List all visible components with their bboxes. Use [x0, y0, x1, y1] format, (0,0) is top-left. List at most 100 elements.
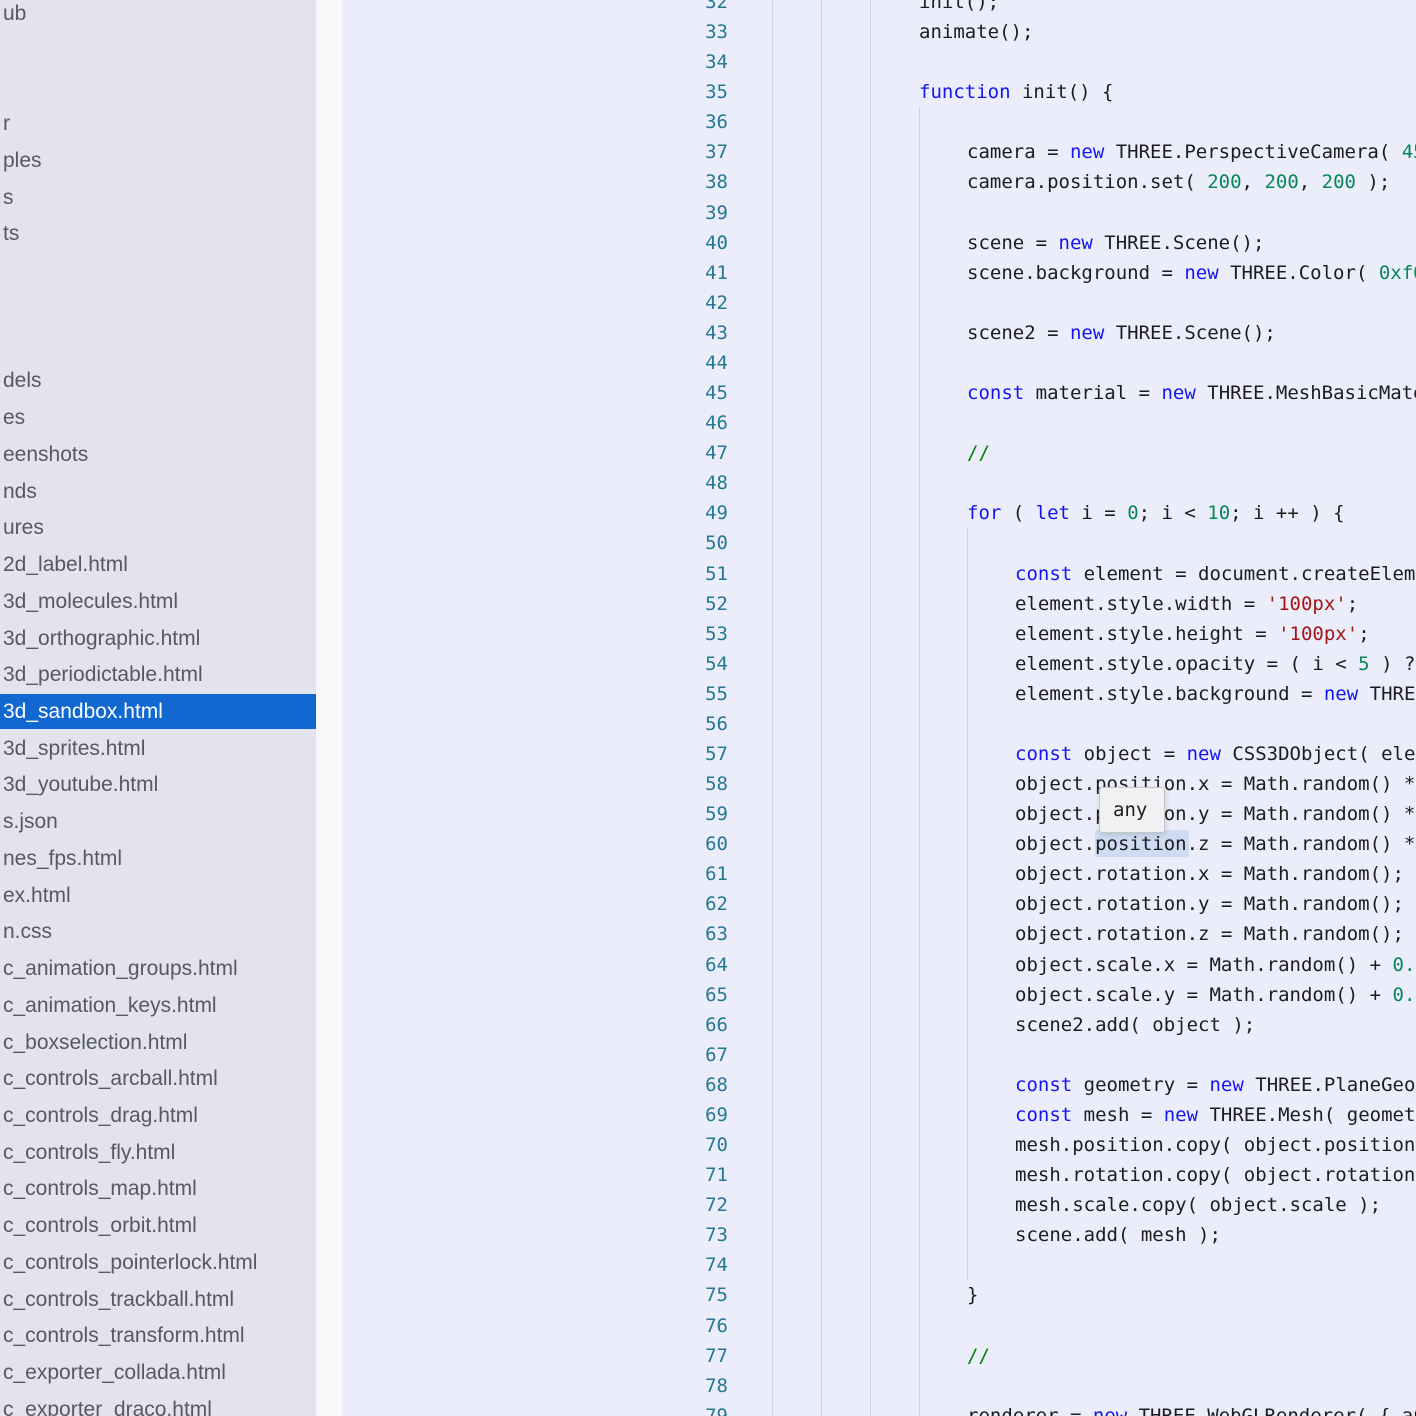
- line-number[interactable]: 37: [684, 137, 728, 167]
- code-line[interactable]: mesh.rotation.copy( object.rotation );: [1015, 1160, 1416, 1190]
- line-number[interactable]: 78: [684, 1371, 728, 1401]
- line-number[interactable]: 64: [684, 950, 728, 980]
- line-number[interactable]: 47: [684, 438, 728, 468]
- file-tree-item[interactable]: c_animation_keys.html: [0, 987, 316, 1024]
- line-number[interactable]: 76: [684, 1311, 728, 1341]
- code-line[interactable]: const mesh = new THREE.Mesh( geometry, m…: [1015, 1100, 1416, 1130]
- line-number[interactable]: 79: [684, 1401, 728, 1416]
- code-line[interactable]: object.rotation.x = Math.random();: [1015, 859, 1404, 889]
- line-number[interactable]: 61: [684, 859, 728, 889]
- file-tree-item[interactable]: 3d_orthographic.html: [0, 620, 316, 657]
- line-number[interactable]: 45: [684, 378, 728, 408]
- file-tree-item[interactable]: c_controls_map.html: [0, 1171, 316, 1208]
- line-number[interactable]: 59: [684, 799, 728, 829]
- file-tree-item[interactable]: ub: [0, 0, 316, 33]
- code-line[interactable]: for ( let i = 0; i < 10; i ++ ) {: [967, 498, 1345, 528]
- file-tree-item[interactable]: r: [0, 106, 316, 143]
- line-number[interactable]: 56: [684, 709, 728, 739]
- line-number[interactable]: 44: [684, 348, 728, 378]
- line-number[interactable]: 62: [684, 889, 728, 919]
- line-number[interactable]: 48: [684, 468, 728, 498]
- code-line[interactable]: element.style.background = new THREE.Col…: [1015, 679, 1416, 709]
- line-number[interactable]: 35: [684, 77, 728, 107]
- line-number[interactable]: 43: [684, 318, 728, 348]
- line-number[interactable]: 73: [684, 1220, 728, 1250]
- line-number[interactable]: 69: [684, 1100, 728, 1130]
- code-line[interactable]: const element = document.createElement( …: [1015, 559, 1416, 589]
- file-tree-item[interactable]: eenshots: [0, 436, 316, 473]
- code-line[interactable]: scene.background = new THREE.Color( 0xf0…: [967, 258, 1416, 288]
- code-line[interactable]: element.style.width = '100px';: [1015, 589, 1358, 619]
- file-tree-item[interactable]: c_animation_groups.html: [0, 951, 316, 988]
- line-number[interactable]: 39: [684, 198, 728, 228]
- line-number[interactable]: 74: [684, 1250, 728, 1280]
- line-number[interactable]: 60: [684, 829, 728, 859]
- code-line[interactable]: init();: [919, 0, 999, 17]
- line-number[interactable]: 50: [684, 528, 728, 558]
- code-line[interactable]: camera.position.set( 200, 200, 200 );: [967, 167, 1390, 197]
- line-number[interactable]: 58: [684, 769, 728, 799]
- file-tree-item[interactable]: ples: [0, 143, 316, 180]
- line-number[interactable]: 70: [684, 1130, 728, 1160]
- file-tree-item[interactable]: 2d_label.html: [0, 547, 316, 584]
- code-line[interactable]: mesh.scale.copy( object.scale );: [1015, 1190, 1381, 1220]
- line-number[interactable]: 55: [684, 679, 728, 709]
- file-tree-item[interactable]: ures: [0, 510, 316, 547]
- file-tree-item[interactable]: 3d_molecules.html: [0, 583, 316, 620]
- line-number[interactable]: 67: [684, 1040, 728, 1070]
- code-line[interactable]: object.position.z = Math.random() * 200 …: [1015, 829, 1416, 859]
- file-tree-item[interactable]: ts: [0, 216, 316, 253]
- file-tree-item[interactable]: n.css: [0, 914, 316, 951]
- code-line[interactable]: scene2.add( object );: [1015, 1010, 1255, 1040]
- line-number[interactable]: 77: [684, 1341, 728, 1371]
- file-tree-item[interactable]: s.json: [0, 804, 316, 841]
- file-tree-item[interactable]: c_boxselection.html: [0, 1024, 316, 1061]
- line-number[interactable]: 72: [684, 1190, 728, 1220]
- line-number[interactable]: 68: [684, 1070, 728, 1100]
- file-tree-item[interactable]: c_exporter_draco.html: [0, 1391, 316, 1416]
- file-tree-item[interactable]: es: [0, 400, 316, 437]
- code-line[interactable]: object.position.x = Math.random() * 200 …: [1015, 769, 1416, 799]
- code-line[interactable]: object.position.y = Math.random() * 200 …: [1015, 799, 1416, 829]
- line-number[interactable]: 71: [684, 1160, 728, 1190]
- line-number[interactable]: 52: [684, 589, 728, 619]
- file-tree-item[interactable]: nds: [0, 473, 316, 510]
- code-line[interactable]: object.rotation.y = Math.random();: [1015, 889, 1404, 919]
- file-tree-item[interactable]: c_controls_trackball.html: [0, 1281, 316, 1318]
- line-number[interactable]: 32: [684, 0, 728, 17]
- code-line[interactable]: renderer = new THREE.WebGLRenderer( { an…: [967, 1401, 1416, 1416]
- line-number[interactable]: 46: [684, 408, 728, 438]
- file-tree-item[interactable]: 3d_youtube.html: [0, 767, 316, 804]
- file-tree-item[interactable]: 3d_sprites.html: [0, 730, 316, 767]
- code-line[interactable]: camera = new THREE.PerspectiveCamera( 45…: [967, 137, 1416, 167]
- line-number[interactable]: 63: [684, 919, 728, 949]
- line-number[interactable]: 66: [684, 1010, 728, 1040]
- line-number[interactable]: 41: [684, 258, 728, 288]
- line-number[interactable]: 40: [684, 228, 728, 258]
- line-number[interactable]: 51: [684, 559, 728, 589]
- file-tree-item[interactable]: c_controls_pointerlock.html: [0, 1244, 316, 1281]
- line-number[interactable]: 65: [684, 980, 728, 1010]
- code-line[interactable]: const geometry = new THREE.PlaneGeometry…: [1015, 1070, 1416, 1100]
- code-line[interactable]: function init() {: [919, 77, 1113, 107]
- file-tree-item[interactable]: c_controls_fly.html: [0, 1134, 316, 1171]
- code-line[interactable]: object.rotation.z = Math.random();: [1015, 919, 1404, 949]
- code-line[interactable]: scene2 = new THREE.Scene();: [967, 318, 1276, 348]
- file-tree-item[interactable]: ex.html: [0, 877, 316, 914]
- file-tree-item[interactable]: c_controls_drag.html: [0, 1098, 316, 1135]
- line-number[interactable]: 54: [684, 649, 728, 679]
- line-number[interactable]: 38: [684, 167, 728, 197]
- file-tree-item[interactable]: c_exporter_collada.html: [0, 1355, 316, 1392]
- file-tree-item[interactable]: c_controls_arcball.html: [0, 1061, 316, 1098]
- file-tree-item[interactable]: 3d_periodictable.html: [0, 657, 316, 694]
- code-line[interactable]: scene = new THREE.Scene();: [967, 228, 1264, 258]
- code-line[interactable]: element.style.opacity = ( i < 5 ) ? 0.5 …: [1015, 649, 1416, 679]
- code-line[interactable]: }: [967, 1280, 978, 1310]
- code-line[interactable]: element.style.height = '100px';: [1015, 619, 1370, 649]
- line-number[interactable]: 34: [684, 47, 728, 77]
- line-number[interactable]: 49: [684, 498, 728, 528]
- file-tree-item[interactable]: c_controls_transform.html: [0, 1318, 316, 1355]
- code-line[interactable]: object.scale.x = Math.random() + 0.5;: [1015, 950, 1416, 980]
- line-number[interactable]: 75: [684, 1280, 728, 1310]
- line-number[interactable]: 57: [684, 739, 728, 769]
